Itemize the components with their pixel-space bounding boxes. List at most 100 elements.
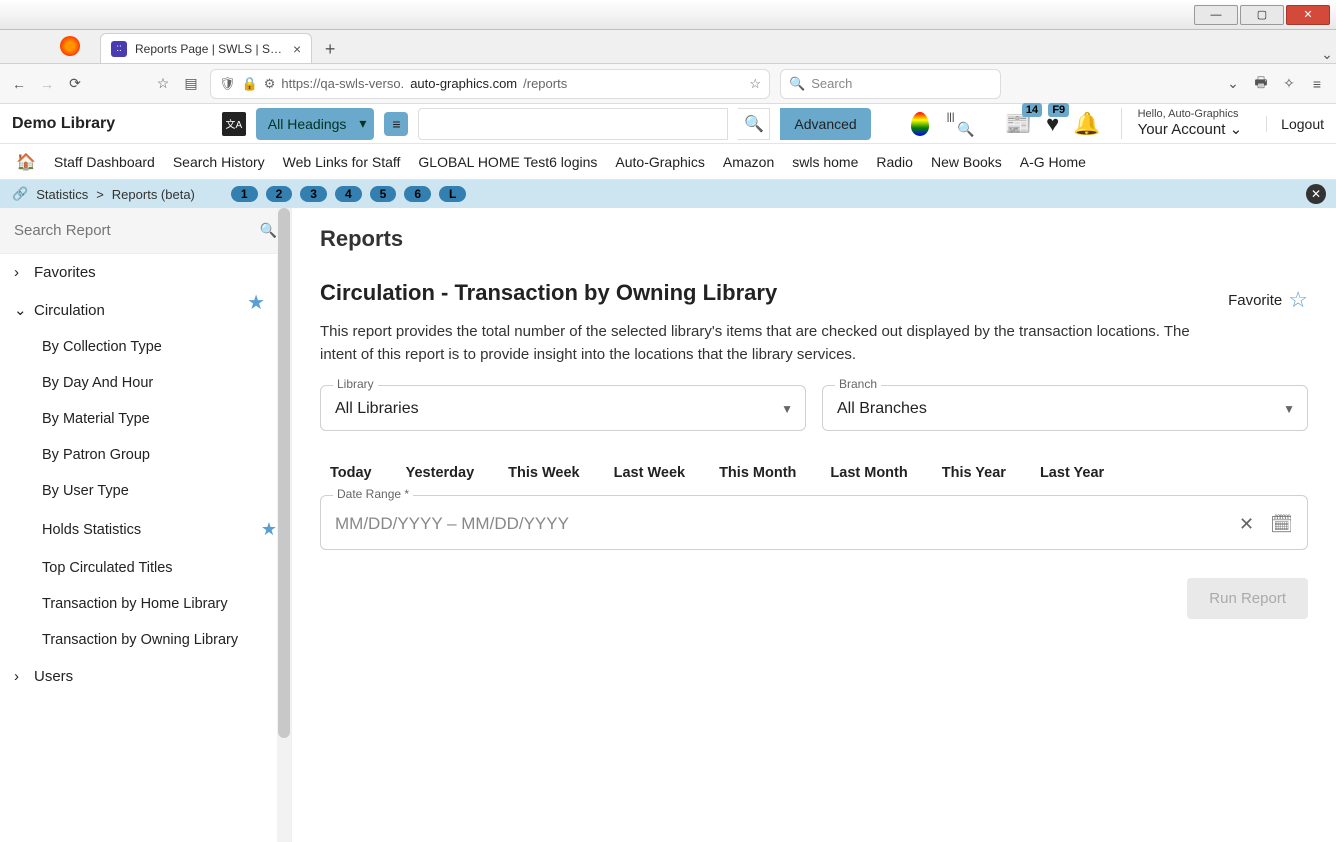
date-chip[interactable]: Today (330, 465, 372, 481)
nav-link[interactable]: Amazon (723, 154, 774, 170)
date-chip[interactable]: This Month (719, 465, 796, 481)
crumb-pill[interactable]: 5 (370, 186, 397, 202)
favorites-icon[interactable]: ♥F9 (1046, 111, 1059, 137)
crumb-pill[interactable]: 3 (300, 186, 327, 202)
crumb-part[interactable]: Reports (beta) (112, 187, 195, 202)
catalog-search-button[interactable]: 🔍 (738, 108, 770, 140)
pocket-icon[interactable]: ⌄ (1224, 75, 1242, 93)
window-maximize-button[interactable]: ▢ (1240, 5, 1284, 25)
reload-button[interactable]: ⟳ (66, 75, 84, 93)
sidebar-item[interactable]: Holds Statistics★ (0, 509, 291, 550)
crumb-pill[interactable]: 4 (335, 186, 362, 202)
sidebar-item[interactable]: By Material Type (0, 401, 291, 437)
database-icon[interactable]: ≡ (384, 112, 408, 136)
language-icon[interactable]: 文A (222, 112, 246, 136)
bookmark-star-icon[interactable]: ☆ (154, 75, 172, 93)
date-chip[interactable]: Yesterday (406, 465, 475, 481)
permissions-icon: ⚙ (264, 76, 276, 92)
nav-row: 🏠 Staff Dashboard Search History Web Lin… (0, 144, 1336, 180)
field-value: All Branches (837, 400, 927, 417)
nav-link[interactable]: swls home (792, 154, 858, 170)
containers-icon[interactable]: ▤ (182, 75, 200, 93)
balloon-icon[interactable] (911, 112, 929, 136)
date-chip[interactable]: Last Week (614, 465, 685, 481)
tabs-dropdown-icon[interactable]: ⌄ (1318, 45, 1336, 63)
sidebar-item-users[interactable]: › Users (0, 658, 291, 695)
branch-select[interactable]: Branch All Branches ▼ (822, 385, 1308, 431)
sidebar-label: Transaction by Owning Library (42, 632, 238, 648)
home-icon[interactable]: 🏠 (16, 152, 36, 172)
forward-button[interactable]: → (38, 75, 56, 93)
sidebar-label: Transaction by Home Library (42, 596, 228, 612)
sidebar-item[interactable]: Top Circulated Titles (0, 550, 291, 586)
crumb-part[interactable]: Statistics (36, 187, 88, 202)
library-select[interactable]: Library All Libraries ▼ (320, 385, 806, 431)
advanced-search-button[interactable]: Advanced (780, 108, 870, 140)
inspect-icon[interactable] (947, 112, 975, 136)
crumb-pill[interactable]: L (439, 186, 466, 202)
sidebar-search-input[interactable] (14, 222, 260, 239)
sidebar-item[interactable]: By Collection Type (0, 329, 291, 365)
nav-link[interactable]: New Books (931, 154, 1002, 170)
date-chip[interactable]: This Week (508, 465, 579, 481)
print-icon[interactable]: 🖶 (1252, 75, 1270, 93)
crumb-pill[interactable]: 6 (404, 186, 431, 202)
nav-link[interactable]: Search History (173, 154, 265, 170)
calendar-icon[interactable]: 🗓 (1270, 514, 1293, 535)
sidebar-label: By Collection Type (42, 339, 162, 355)
sidebar-scrollbar[interactable] (277, 208, 291, 842)
notifications-icon[interactable]: 🔔 (1073, 111, 1100, 137)
new-tab-button[interactable]: + (316, 35, 344, 63)
sidebar-search[interactable]: 🔍 (0, 208, 291, 254)
nav-link[interactable]: Staff Dashboard (54, 154, 155, 170)
sidebar-item-favorites[interactable]: › Favorites (0, 254, 291, 291)
nav-link[interactable]: Auto-Graphics (615, 154, 704, 170)
star-icon: ★ (247, 290, 265, 315)
report-title: Circulation - Transaction by Owning Libr… (320, 280, 777, 306)
page-bookmark-icon[interactable]: ☆ (749, 76, 761, 92)
date-chip[interactable]: Last Year (1040, 465, 1104, 481)
date-chip[interactable]: Last Month (830, 465, 907, 481)
crumb-pill[interactable]: 2 (266, 186, 293, 202)
headings-select[interactable]: All Headings (256, 108, 375, 140)
logout-link[interactable]: Logout (1266, 116, 1324, 132)
nav-link[interactable]: GLOBAL HOME Test6 logins (418, 154, 597, 170)
page-title: Reports (320, 226, 1308, 252)
window-minimize-button[interactable]: — (1194, 5, 1238, 25)
nav-link[interactable]: Web Links for Staff (283, 154, 401, 170)
date-range-input[interactable]: Date Range * MM/DD/YYYY – MM/DD/YYYY ✕ 🗓 (320, 495, 1308, 550)
nav-link[interactable]: A-G Home (1020, 154, 1086, 170)
sidebar-item[interactable]: By Day And Hour (0, 365, 291, 401)
site-title: Demo Library (12, 115, 115, 133)
menu-icon[interactable]: ≡ (1308, 75, 1326, 93)
catalog-search-input[interactable] (418, 108, 728, 140)
news-icon[interactable]: 📰14 (1005, 111, 1032, 137)
sidebar-item[interactable]: Transaction by Home Library (0, 586, 291, 622)
tab-favicon-icon: :: (111, 41, 127, 57)
sidebar-item[interactable]: By Patron Group (0, 437, 291, 473)
nav-link[interactable]: Radio (876, 154, 913, 170)
extensions-icon[interactable]: ✧ (1280, 75, 1298, 93)
date-chip[interactable]: This Year (942, 465, 1006, 481)
chevron-down-icon: ▼ (781, 402, 793, 416)
sidebar-item[interactable]: By User Type (0, 473, 291, 509)
sidebar-label: By Day And Hour (42, 375, 153, 391)
clear-icon[interactable]: ✕ (1239, 514, 1254, 535)
account-label: Your Account (1138, 121, 1226, 138)
sidebar-item[interactable]: Transaction by Owning Library (0, 622, 291, 658)
sidebar-label: Top Circulated Titles (42, 560, 173, 576)
shield-icon: 🛡 (219, 76, 236, 92)
crumb-pill[interactable]: 1 (231, 186, 258, 202)
field-value: All Libraries (335, 400, 419, 417)
account-block[interactable]: Hello, Auto-Graphics Your Account ⌄ (1121, 108, 1243, 139)
favorite-toggle[interactable]: Favorite ☆ (1228, 287, 1308, 313)
tab-close-icon[interactable]: × (293, 41, 301, 57)
run-report-button[interactable]: Run Report (1187, 578, 1308, 619)
browser-search-box[interactable]: 🔍 Search (780, 69, 1001, 99)
browser-tab[interactable]: :: Reports Page | SWLS | SWLS | A… × (100, 33, 312, 63)
close-breadcrumb-icon[interactable]: ✕ (1306, 184, 1326, 204)
window-close-button[interactable]: ✕ (1286, 5, 1330, 25)
url-bar[interactable]: 🛡 🔒 ⚙ https://qa-swls-verso.auto-graphic… (210, 69, 770, 99)
firefox-logo-icon (60, 36, 80, 56)
back-button[interactable]: ← (10, 75, 28, 93)
